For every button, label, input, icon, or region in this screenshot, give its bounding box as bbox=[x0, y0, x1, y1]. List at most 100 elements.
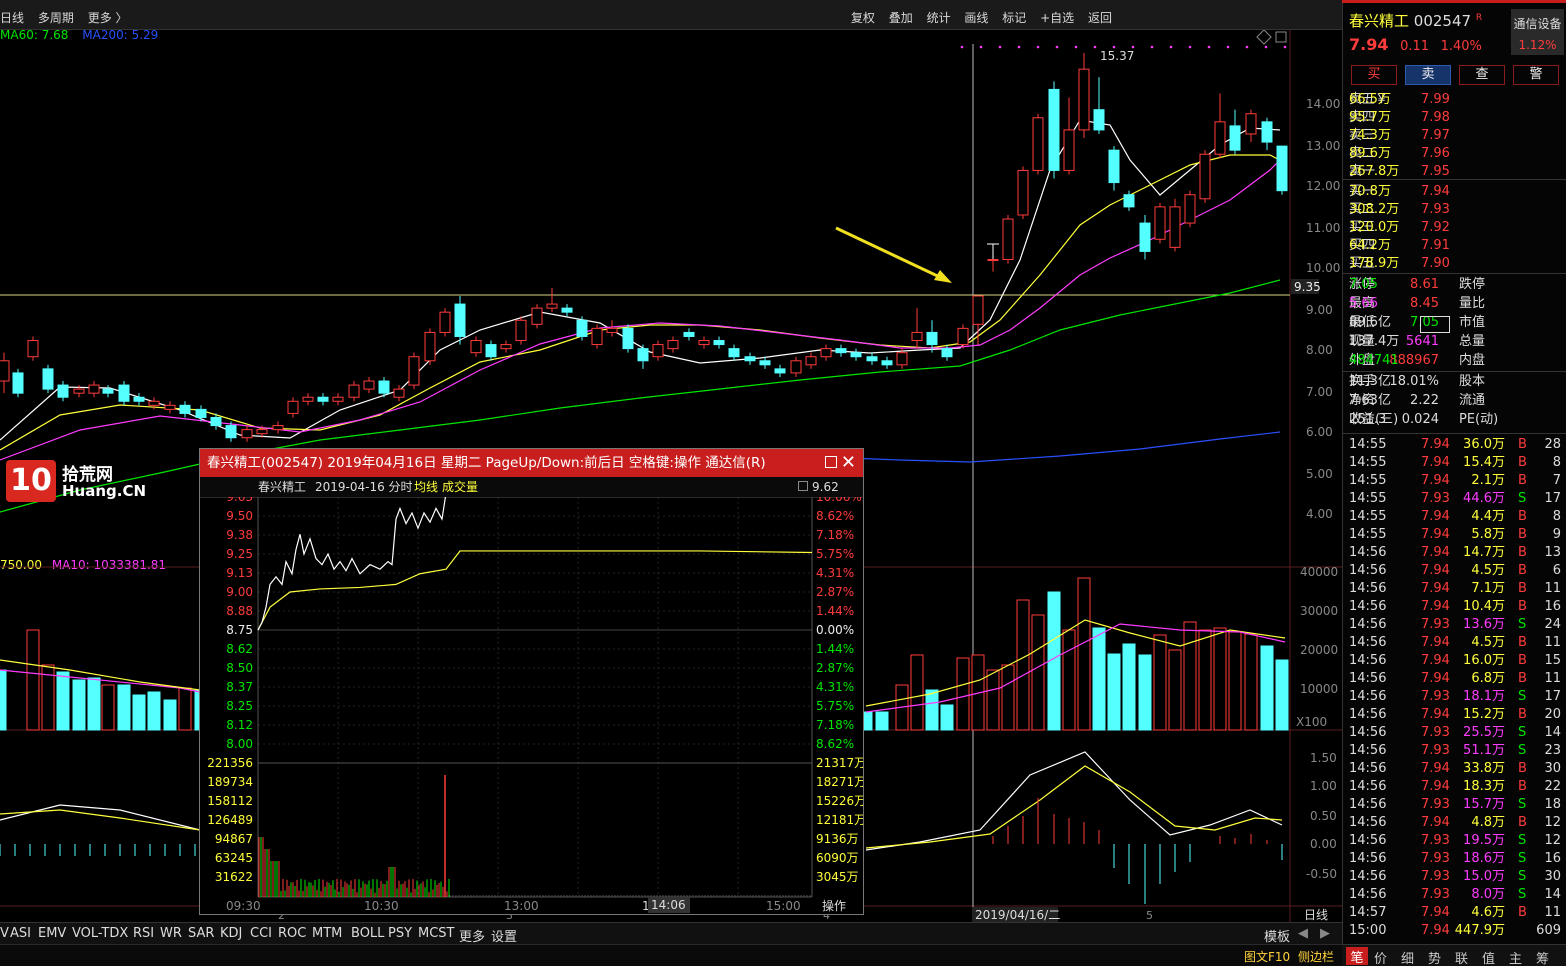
indicator-tab[interactable]: SAR bbox=[188, 926, 214, 941]
macd-tick: 0.50 bbox=[1310, 809, 1337, 823]
ma10-line bbox=[0, 154, 1286, 451]
indicator-tab[interactable]: PSY bbox=[388, 926, 412, 941]
sector-box[interactable]: 通信设备 1.12% bbox=[1511, 9, 1564, 55]
indicator-tab[interactable]: VOL-TDX bbox=[72, 926, 128, 941]
tab-buy[interactable]: 买 bbox=[1351, 65, 1397, 85]
maximize-icon[interactable] bbox=[825, 456, 837, 468]
candle-body bbox=[515, 319, 527, 342]
scroll-right-icon[interactable]: ▶ bbox=[1320, 926, 1330, 941]
tick-time: 14:56 bbox=[1349, 725, 1387, 740]
popup-title: 春兴精工(002547) 2019年04月16日 星期二 PageUp/Down… bbox=[207, 455, 766, 471]
multi-period-button[interactable]: 多周期 bbox=[38, 11, 74, 25]
tab-price[interactable]: 价 bbox=[1374, 948, 1387, 966]
tick-time: 14:57 bbox=[1349, 905, 1387, 920]
tick-price: 7.94 bbox=[1421, 437, 1450, 452]
bid-volume: 70.8万 bbox=[1349, 184, 1391, 199]
stock-code: 002547 bbox=[1413, 12, 1472, 30]
sidebar-toggle[interactable]: 侧边栏 bbox=[1298, 948, 1334, 965]
indicator-tab[interactable]: EMV bbox=[38, 926, 66, 941]
draw-line-button[interactable]: 画线 bbox=[964, 11, 988, 25]
indicator-tab[interactable]: ROC bbox=[278, 926, 306, 941]
ma5-line bbox=[0, 119, 1281, 441]
tick-volume: 6.8万 bbox=[1471, 671, 1505, 686]
tab-detail[interactable]: 细 bbox=[1401, 948, 1414, 966]
candle-body bbox=[1123, 194, 1135, 208]
restore-rights-button[interactable]: 复权 bbox=[851, 11, 875, 25]
tab-chips[interactable]: 筹 bbox=[1536, 948, 1549, 966]
volume-bar bbox=[1213, 627, 1227, 731]
stat-row: 现量 5641 总量 137.4万 bbox=[1349, 333, 1561, 351]
macd-dif-line bbox=[0, 804, 201, 831]
price-tick: 5.00 bbox=[1306, 467, 1333, 481]
tab-main[interactable]: 主 bbox=[1509, 948, 1522, 966]
diamond-icon[interactable] bbox=[1256, 30, 1272, 45]
indicator-tab[interactable]: V bbox=[0, 926, 9, 941]
tick-time: 14:56 bbox=[1349, 635, 1387, 650]
tick-side: B bbox=[1518, 599, 1527, 614]
popup-vol-tick: 63245 bbox=[215, 851, 253, 865]
indicator-tab[interactable]: WR bbox=[160, 926, 182, 941]
indicator-tab[interactable]: KDJ bbox=[220, 926, 242, 941]
stat-value: 89.6亿 bbox=[1349, 315, 1391, 330]
mark-button[interactable]: 标记 bbox=[1002, 11, 1026, 25]
indicator-tab[interactable]: MCST bbox=[418, 926, 455, 941]
more-button[interactable]: 更多 〉 bbox=[88, 11, 128, 25]
candle-body bbox=[485, 344, 497, 358]
indicator-tab[interactable]: BOLL bbox=[351, 926, 384, 941]
scroll-left-icon[interactable]: ◀ bbox=[1298, 926, 1308, 941]
popup-price-tick: 8.88 bbox=[226, 604, 253, 618]
time-cursor: 14:06 bbox=[651, 898, 686, 912]
tab-alert[interactable]: 警 bbox=[1513, 65, 1559, 85]
intraday-popup[interactable]: 春兴精工(002547) 2019年04月16日 星期二 PageUp/Down… bbox=[199, 448, 864, 915]
tick-row: 14:56 7.94 4.8万 B 12 bbox=[1349, 814, 1561, 832]
tab-value[interactable]: 值 bbox=[1482, 948, 1495, 966]
settings-tab[interactable]: 设置 bbox=[491, 926, 517, 945]
back-button[interactable]: 返回 bbox=[1088, 11, 1112, 25]
price-change: 0.11 bbox=[1400, 39, 1430, 54]
stat-row: 最低 7.05 市值 89.6亿 bbox=[1349, 314, 1561, 332]
window-icon[interactable] bbox=[1275, 31, 1287, 43]
indicator-tab[interactable]: ASI bbox=[10, 926, 31, 941]
add-watchlist-button[interactable]: +自选 bbox=[1040, 11, 1074, 25]
tick-price: 7.94 bbox=[1421, 923, 1450, 938]
macd-dif-line bbox=[865, 751, 1283, 851]
tick-side: S bbox=[1518, 743, 1527, 758]
tick-price: 7.94 bbox=[1421, 815, 1450, 830]
tab-trend[interactable]: 势 bbox=[1428, 948, 1441, 966]
f10-button[interactable]: 图文F10 bbox=[1244, 948, 1290, 965]
price-axis: 14.00 13.00 12.00 11.00 10.00 9.00 8.00 … bbox=[1291, 97, 1340, 521]
indicator-tab[interactable]: RSI bbox=[133, 926, 154, 941]
ask-volume: 66.5万 bbox=[1349, 92, 1391, 107]
tick-side: B bbox=[1518, 455, 1527, 470]
volume-bar bbox=[147, 691, 161, 731]
low-price-highlight bbox=[1420, 316, 1450, 333]
vol-tick: 40000 bbox=[1300, 565, 1338, 579]
close-icon[interactable]: ✕ bbox=[841, 449, 856, 477]
stat-value: 18.01% bbox=[1389, 374, 1439, 389]
template-button[interactable]: 模板 bbox=[1264, 926, 1290, 945]
price-tick: 13.00 bbox=[1306, 139, 1340, 153]
tab-linked[interactable]: 联 bbox=[1455, 948, 1468, 966]
indicator-tab[interactable]: MTM bbox=[312, 926, 342, 941]
tab-sell[interactable]: 卖 bbox=[1405, 65, 1451, 85]
tab-query[interactable]: 查 bbox=[1459, 65, 1505, 85]
indicator-tab[interactable]: 更多 bbox=[459, 926, 485, 945]
candle-body bbox=[698, 340, 710, 346]
indicator-tab[interactable]: CCI bbox=[250, 926, 272, 941]
popup-amount-tick: 18271万 bbox=[816, 775, 863, 789]
intraday-chart[interactable]: 9.63 9.50 9.38 9.25 9.13 9.00 8.88 8.75 8.62 8.50… bbox=[200, 497, 863, 915]
stats-button[interactable]: 统计 bbox=[927, 11, 951, 25]
overlay-button[interactable]: 叠加 bbox=[889, 11, 913, 25]
signal-dot bbox=[1112, 45, 1116, 49]
tick-count: 12 bbox=[1544, 833, 1561, 848]
bid-row: 买三 7.92 120.0万 bbox=[1349, 219, 1561, 237]
tick-time: 14:55 bbox=[1349, 455, 1387, 470]
popup-pct-tick: 8.62% bbox=[816, 737, 854, 751]
toggle-icon[interactable] bbox=[798, 481, 808, 491]
signal-dot bbox=[979, 45, 983, 49]
popup-title-bar[interactable]: 春兴精工(002547) 2019年04月16日 星期二 PageUp/Down… bbox=[200, 449, 863, 477]
tab-ticks[interactable]: 笔 bbox=[1346, 947, 1368, 966]
period-daily-button[interactable]: 日线 bbox=[0, 11, 24, 25]
volume-bar bbox=[1107, 653, 1121, 731]
popup-pct-tick: 2.87% bbox=[816, 661, 854, 675]
